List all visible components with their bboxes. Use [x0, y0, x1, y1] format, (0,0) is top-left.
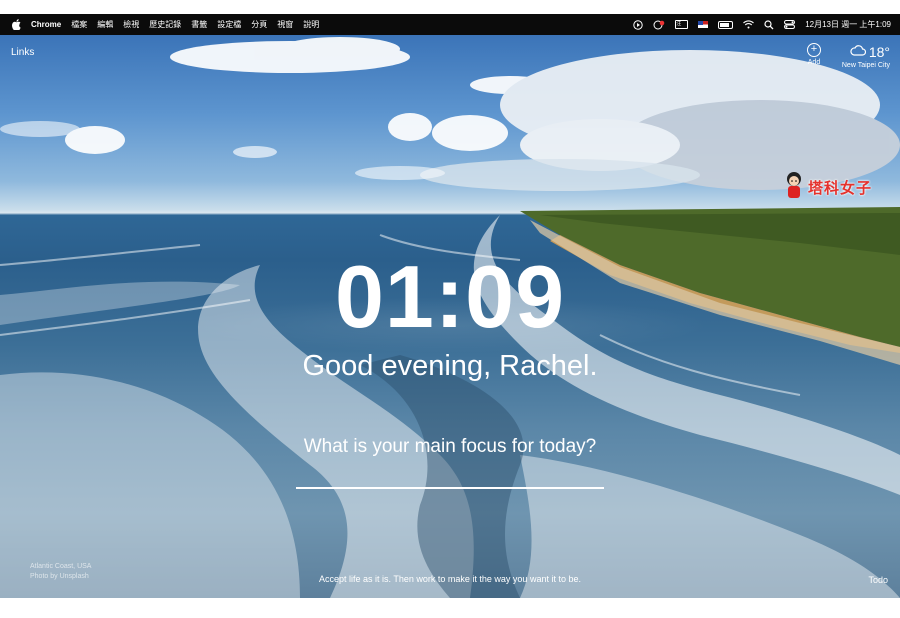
links-button[interactable]: Links [11, 47, 34, 58]
menu-window[interactable]: 視窗 [277, 19, 293, 30]
todo-button[interactable]: Todo [868, 575, 888, 585]
clock-time[interactable]: 01:09 [0, 253, 900, 341]
site-watermark: 塔科女子 [784, 171, 872, 204]
wifi-icon[interactable] [743, 20, 755, 30]
weather-widget[interactable]: 18° New Taipei City [832, 43, 890, 69]
plus-icon[interactable]: + [807, 43, 821, 57]
background-photo: Links + Add 18° New Taipei City 塔科女子 01:… [0, 35, 900, 598]
menu-history[interactable]: 歷史記錄 [149, 19, 181, 30]
add-label[interactable]: Add [804, 59, 824, 66]
menu-app-name[interactable]: Chrome [31, 20, 61, 29]
menu-view[interactable]: 檢視 [123, 19, 139, 30]
girl-avatar-icon [784, 171, 804, 204]
us-flag-icon[interactable] [698, 20, 709, 30]
daily-quote[interactable]: Accept life as it is. Then work to make … [0, 574, 900, 584]
weather-temperature: 18° [868, 44, 890, 60]
mac-menu-bar: Chrome 檔案 編輯 檢視 歷史記錄 書籤 設定檔 分頁 視窗 說明 注 1… [0, 14, 900, 35]
greeting-message[interactable]: Good evening, Rachel. [0, 349, 900, 383]
cloud-icon [850, 43, 866, 61]
menu-edit[interactable]: 編輯 [97, 19, 113, 30]
watermark-text: 塔科女子 [808, 180, 873, 197]
battery-icon[interactable] [718, 20, 734, 30]
menu-profiles[interactable]: 設定檔 [217, 19, 241, 30]
focus-input[interactable] [296, 465, 604, 489]
menu-clock[interactable]: 12月13日 週一 上午1:09 [805, 19, 891, 30]
play-circle-icon[interactable] [633, 19, 643, 30]
menu-tab[interactable]: 分頁 [251, 19, 267, 30]
menu-help[interactable]: 說明 [303, 19, 319, 30]
focus-question: What is your main focus for today? [303, 436, 597, 457]
menu-bookmarks[interactable]: 書籤 [191, 19, 207, 30]
apple-menu-icon[interactable] [11, 19, 21, 30]
weather-location: New Taipei City [841, 62, 890, 69]
keyboard-input-icon[interactable]: 注 [675, 20, 689, 29]
photo-location: Atlantic Coast, USA [30, 563, 92, 570]
add-widget-button[interactable]: + Add [804, 43, 824, 66]
spotlight-search-icon[interactable] [764, 19, 774, 30]
screen-record-icon[interactable] [653, 20, 665, 30]
menu-file[interactable]: 檔案 [71, 19, 87, 30]
control-center-icon[interactable] [784, 20, 796, 30]
